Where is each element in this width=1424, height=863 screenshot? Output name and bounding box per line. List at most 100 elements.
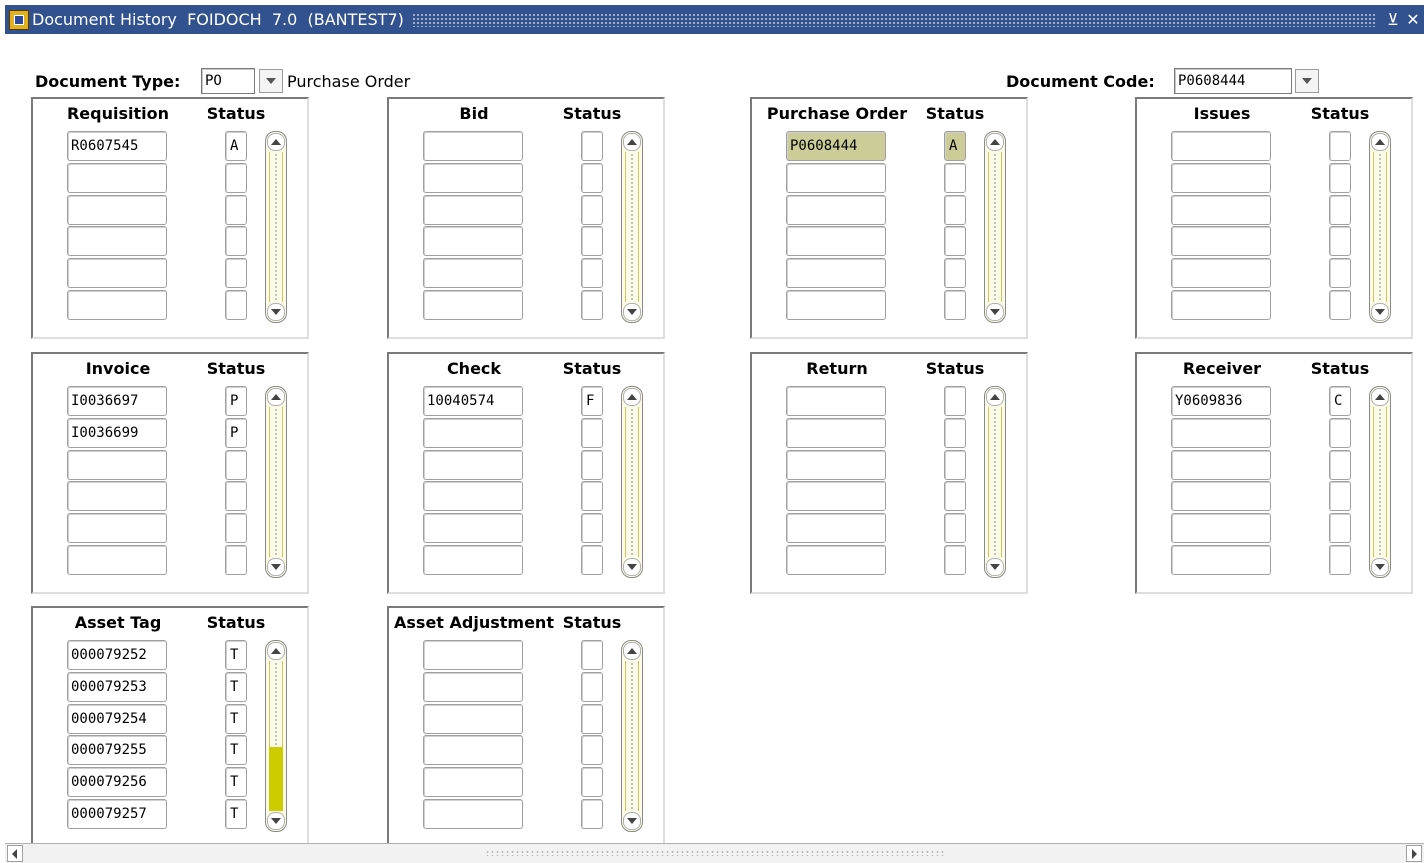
scroll-up-icon[interactable]	[986, 133, 1004, 151]
scroll-track[interactable]	[269, 407, 283, 557]
asset-tag-status-field[interactable]: T	[225, 735, 247, 766]
asset-adjustment-status-field[interactable]	[581, 671, 603, 702]
receiver-code-field[interactable]: Y0609836	[1171, 386, 1271, 416]
asset-tag-status-field[interactable]: T	[225, 767, 247, 798]
purchase-order-status-field[interactable]	[944, 258, 966, 289]
invoice-code-field[interactable]: I0036699	[67, 417, 167, 448]
scroll-track[interactable]	[625, 407, 639, 557]
purchase-order-scrollbar[interactable]	[984, 131, 1006, 323]
invoice-code-field[interactable]	[67, 513, 167, 544]
issues-code-field[interactable]	[1171, 290, 1271, 320]
check-status-field[interactable]	[581, 417, 603, 448]
bid-code-field[interactable]	[423, 162, 523, 193]
purchase-order-code-field[interactable]	[786, 162, 886, 193]
receiver-status-field[interactable]	[1329, 481, 1351, 512]
document-code-field[interactable]: P0608444	[1174, 68, 1292, 94]
return-code-field[interactable]	[786, 513, 886, 544]
purchase-order-code-field[interactable]	[786, 290, 886, 320]
asset-tag-status-field[interactable]: T	[225, 799, 247, 829]
scroll-right-icon[interactable]	[1406, 845, 1422, 862]
requisition-status-field[interactable]	[225, 162, 247, 193]
scroll-track[interactable]	[625, 152, 639, 302]
return-scrollbar[interactable]	[984, 386, 1006, 578]
check-status-field[interactable]: F	[581, 386, 603, 416]
invoice-status-field[interactable]	[225, 513, 247, 544]
asset-tag-scrollbar[interactable]	[265, 640, 287, 832]
invoice-status-field[interactable]	[225, 449, 247, 480]
invoice-status-field[interactable]: P	[225, 386, 247, 416]
scroll-down-icon[interactable]	[623, 558, 641, 576]
purchase-order-code-field[interactable]: P0608444	[786, 131, 886, 161]
bid-status-field[interactable]	[581, 131, 603, 161]
asset-tag-code-field[interactable]: 000079254	[67, 703, 167, 734]
invoice-code-field[interactable]	[67, 545, 167, 575]
document-type-dropdown-icon[interactable]	[259, 69, 283, 93]
scroll-track[interactable]	[988, 407, 1002, 557]
purchase-order-status-field[interactable]	[944, 290, 966, 320]
asset-adjustment-status-field[interactable]	[581, 799, 603, 829]
scroll-up-icon[interactable]	[623, 133, 641, 151]
requisition-status-field[interactable]	[225, 258, 247, 289]
asset-tag-code-field[interactable]: 000079257	[67, 799, 167, 829]
issues-status-field[interactable]	[1329, 258, 1351, 289]
asset-adjustment-status-field[interactable]	[581, 735, 603, 766]
bid-status-field[interactable]	[581, 194, 603, 225]
return-status-field[interactable]	[944, 417, 966, 448]
asset-adjustment-code-field[interactable]	[423, 735, 523, 766]
check-code-field[interactable]	[423, 417, 523, 448]
issues-code-field[interactable]	[1171, 131, 1271, 161]
issues-status-field[interactable]	[1329, 131, 1351, 161]
scroll-down-icon[interactable]	[1371, 303, 1389, 321]
requisition-status-field[interactable]: A	[225, 131, 247, 161]
issues-code-field[interactable]	[1171, 226, 1271, 257]
scroll-track[interactable]	[988, 152, 1002, 302]
return-code-field[interactable]	[786, 545, 886, 575]
scroll-down-icon[interactable]	[267, 558, 285, 576]
scroll-track[interactable]	[1373, 407, 1387, 557]
scroll-up-icon[interactable]	[267, 133, 285, 151]
requisition-status-field[interactable]	[225, 194, 247, 225]
scroll-down-icon[interactable]	[267, 812, 285, 830]
return-status-field[interactable]	[944, 386, 966, 416]
check-code-field[interactable]	[423, 513, 523, 544]
return-status-field[interactable]	[944, 449, 966, 480]
asset-tag-code-field[interactable]: 000079253	[67, 671, 167, 702]
receiver-scrollbar[interactable]	[1369, 386, 1391, 578]
issues-scrollbar[interactable]	[1369, 131, 1391, 323]
invoice-status-field[interactable]: P	[225, 417, 247, 448]
check-status-field[interactable]	[581, 449, 603, 480]
asset-tag-status-field[interactable]: T	[225, 703, 247, 734]
issues-code-field[interactable]	[1171, 258, 1271, 289]
issues-code-field[interactable]	[1171, 162, 1271, 193]
asset-adjustment-code-field[interactable]	[423, 703, 523, 734]
asset-tag-code-field[interactable]: 000079256	[67, 767, 167, 798]
purchase-order-code-field[interactable]	[786, 258, 886, 289]
bid-status-field[interactable]	[581, 226, 603, 257]
receiver-status-field[interactable]: C	[1329, 386, 1351, 416]
invoice-code-field[interactable]: I0036697	[67, 386, 167, 416]
scroll-track[interactable]	[1373, 152, 1387, 302]
scroll-down-icon[interactable]	[986, 558, 1004, 576]
check-status-field[interactable]	[581, 481, 603, 512]
purchase-order-status-field[interactable]	[944, 226, 966, 257]
scroll-down-icon[interactable]	[986, 303, 1004, 321]
scroll-left-icon[interactable]	[7, 845, 23, 862]
receiver-code-field[interactable]	[1171, 513, 1271, 544]
check-status-field[interactable]	[581, 513, 603, 544]
asset-adjustment-status-field[interactable]	[581, 703, 603, 734]
requisition-status-field[interactable]	[225, 226, 247, 257]
asset-tag-status-field[interactable]: T	[225, 671, 247, 702]
asset-adjustment-scrollbar[interactable]	[621, 640, 643, 832]
requisition-code-field[interactable]: R0607545	[67, 131, 167, 161]
scroll-up-icon[interactable]	[267, 388, 285, 406]
return-code-field[interactable]	[786, 449, 886, 480]
return-status-field[interactable]	[944, 513, 966, 544]
purchase-order-code-field[interactable]	[786, 194, 886, 225]
requisition-code-field[interactable]	[67, 290, 167, 320]
return-code-field[interactable]	[786, 386, 886, 416]
requisition-scrollbar[interactable]	[265, 131, 287, 323]
purchase-order-code-field[interactable]	[786, 226, 886, 257]
scroll-up-icon[interactable]	[1371, 388, 1389, 406]
invoice-status-field[interactable]	[225, 481, 247, 512]
issues-status-field[interactable]	[1329, 290, 1351, 320]
